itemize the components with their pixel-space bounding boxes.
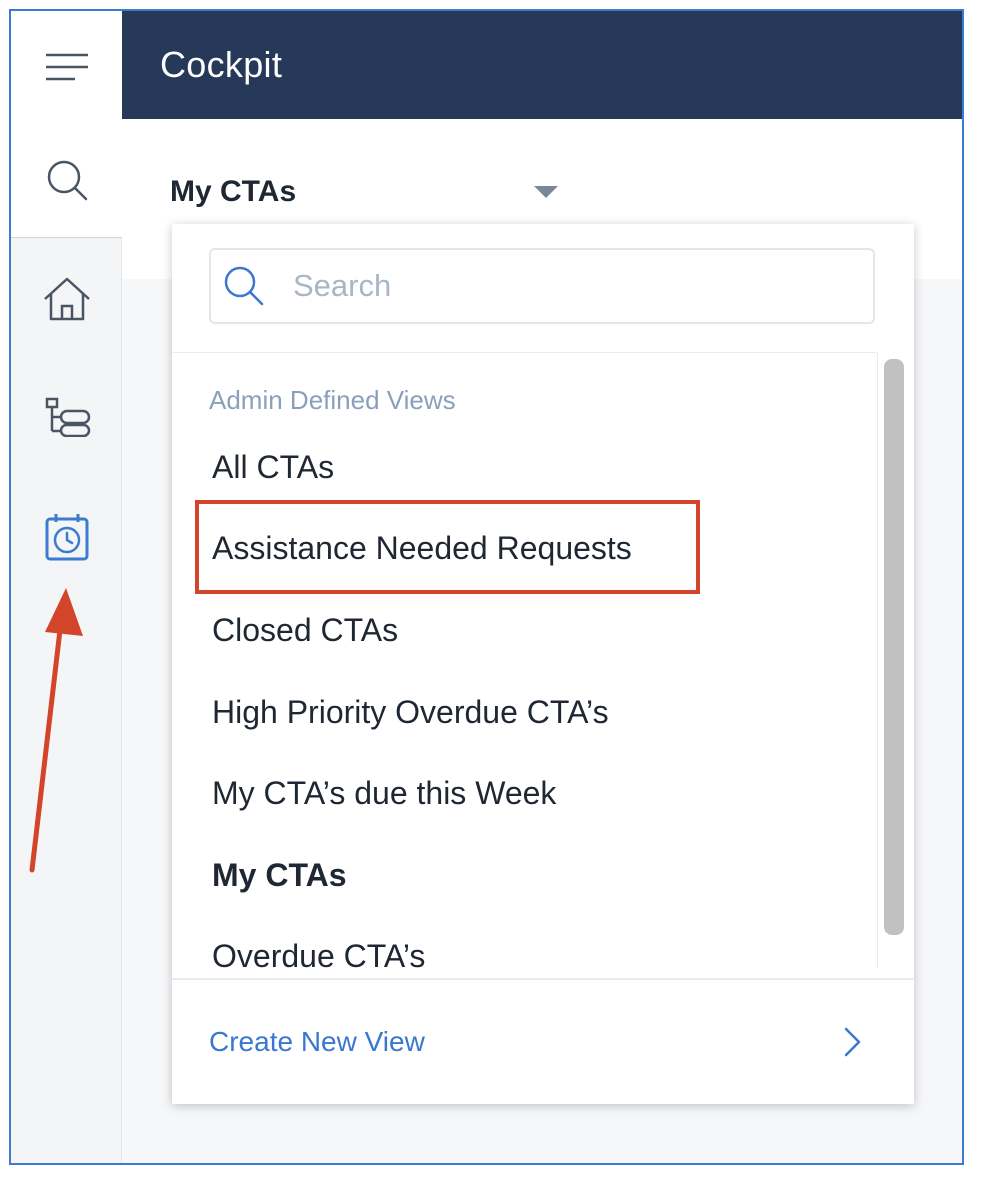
annotation-arrow (29, 588, 83, 873)
